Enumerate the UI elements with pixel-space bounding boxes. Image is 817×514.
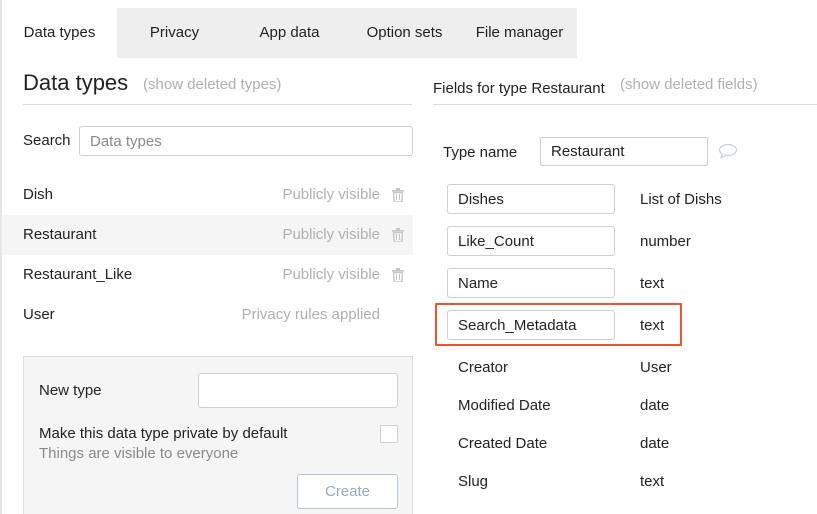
trash-icon[interactable] <box>392 188 404 202</box>
type-visibility-status: Publicly visible <box>282 186 380 203</box>
builtin-field-name: Created Date <box>458 435 548 452</box>
tab-file-manager[interactable]: File manager <box>462 8 577 58</box>
type-visibility-status: Publicly visible <box>282 266 380 283</box>
new-type-input[interactable] <box>198 373 398 408</box>
type-name: Restaurant <box>23 226 97 243</box>
builtin-field-name: Slug <box>458 473 489 490</box>
create-button[interactable]: Create <box>297 474 398 509</box>
builtin-field-type: User <box>640 359 672 376</box>
divider <box>23 104 412 105</box>
visibility-hint: Things are visible to everyone <box>39 445 239 462</box>
tab-data-types[interactable]: Data types <box>2 8 117 58</box>
type-name: User <box>23 306 55 323</box>
data-types-heading: Data types <box>23 70 129 95</box>
private-by-default-checkbox[interactable] <box>380 425 398 443</box>
builtin-field-name: Creator <box>458 359 509 376</box>
tab-bar: Data types Privacy App data Option sets … <box>2 8 577 58</box>
type-name: Dish <box>23 186 54 203</box>
tab-option-sets[interactable]: Option sets <box>347 8 462 58</box>
type-name-input[interactable] <box>540 137 708 166</box>
new-type-panel: New type Make this data type private by … <box>23 356 413 514</box>
divider <box>433 104 817 105</box>
field-type-label: text <box>640 275 665 292</box>
field-name-input-name[interactable] <box>447 268 615 298</box>
fields-heading: Fields for type Restaurant <box>433 80 605 97</box>
type-row-dish[interactable]: Dish Publicly visible <box>2 175 413 215</box>
type-name-label: Type name <box>443 144 518 161</box>
field-name-input-like-count[interactable] <box>447 226 615 256</box>
trash-icon[interactable] <box>392 228 404 242</box>
builtin-field-type: text <box>640 473 665 490</box>
new-type-label: New type <box>39 382 102 399</box>
private-by-default-label: Make this data type private by default <box>39 425 288 442</box>
tab-app-data[interactable]: App data <box>232 8 347 58</box>
search-input[interactable] <box>79 126 413 156</box>
field-type-label: List of Dishs <box>640 191 722 208</box>
field-type-label: number <box>640 233 691 250</box>
type-row-user[interactable]: User Privacy rules applied <box>2 295 413 335</box>
type-name: Restaurant_Like <box>23 266 133 283</box>
builtin-field-type: date <box>640 397 670 414</box>
type-visibility-status: Publicly visible <box>282 226 380 243</box>
builtin-field-name: Modified Date <box>458 397 551 414</box>
search-label: Search <box>23 132 71 149</box>
builtin-field-type: date <box>640 435 670 452</box>
trash-icon[interactable] <box>392 268 404 282</box>
show-deleted-types-link[interactable]: (show deleted types) <box>143 76 281 93</box>
type-row-restaurant-like[interactable]: Restaurant_Like Publicly visible <box>2 255 413 295</box>
type-visibility-status: Privacy rules applied <box>241 306 380 323</box>
highlight-box <box>435 303 682 346</box>
show-deleted-fields-link[interactable]: (show deleted fields) <box>620 76 758 93</box>
comment-icon[interactable] <box>718 143 738 159</box>
field-name-input-dishes[interactable] <box>447 184 615 214</box>
tab-privacy[interactable]: Privacy <box>117 8 232 58</box>
type-row-restaurant[interactable]: Restaurant Publicly visible <box>2 215 413 255</box>
